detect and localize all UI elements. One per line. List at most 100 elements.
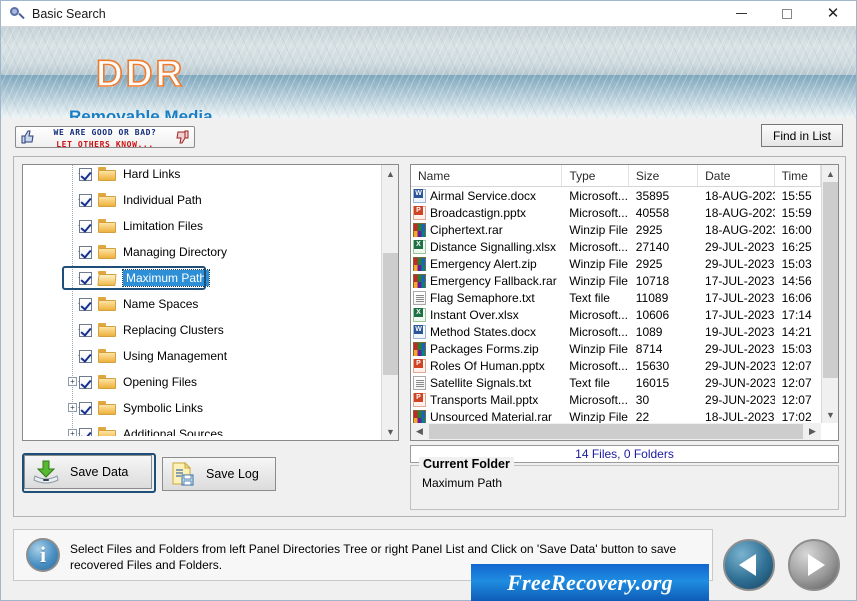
winzip-file-icon [413, 222, 426, 237]
file-name-label: Emergency Fallback.rar [430, 273, 557, 288]
file-type-cell: Winzip File [569, 273, 628, 288]
tree-item-using-management[interactable]: Using Management [23, 343, 383, 369]
text-file-icon [413, 375, 426, 390]
list-scroll-right-icon[interactable]: ▶ [804, 423, 821, 440]
back-button[interactable] [723, 539, 775, 591]
tree-item-checkbox[interactable] [79, 167, 92, 181]
directory-tree-list[interactable]: Hard Links Individual Path Limitation File… [23, 165, 383, 436]
product-subtitle: Removable Media [69, 107, 213, 118]
file-list-row[interactable]: Emergency Fallback.rar Winzip File 10718 17… [411, 272, 821, 289]
feedback-banner[interactable]: WE ARE GOOD OR BAD? LET OTHERS KNOW... [15, 126, 195, 148]
file-list-row[interactable]: Ciphertext.rar Winzip File 2925 18-AUG-2023… [411, 221, 821, 238]
close-button[interactable]: ✕ [810, 1, 856, 27]
tree-item-additional-sources[interactable]: + Additional Sources [23, 421, 383, 436]
file-date-cell: 17-JUL-2023 [705, 273, 775, 288]
file-type-cell: Winzip File [569, 341, 628, 356]
tree-item-checkbox[interactable] [79, 271, 92, 285]
main-panel: Hard Links Individual Path Limitation File… [13, 156, 846, 517]
file-list-row[interactable]: Packages Forms.zip Winzip File 8714 29-JUL-… [411, 340, 821, 357]
tree-item-checkbox[interactable] [79, 349, 92, 363]
tree-item-replacing-clusters[interactable]: Replacing Clusters [23, 317, 383, 343]
list-vertical-scrollbar[interactable]: ▲ ▼ [821, 165, 838, 423]
tree-item-label: Maximum Path [121, 269, 211, 287]
column-header-type[interactable]: Type [562, 165, 629, 186]
list-hscrollbar-thumb[interactable] [429, 424, 803, 439]
file-name-cell: Ciphertext.rar [411, 222, 562, 237]
file-list-row[interactable]: Flag Semaphore.txt Text file 11089 17-JUL-2… [411, 289, 821, 306]
tree-item-maximum-path[interactable]: Maximum Path [23, 265, 383, 291]
tree-expand-icon[interactable]: + [68, 429, 77, 436]
tree-item-checkbox[interactable] [79, 297, 92, 311]
file-list-row[interactable]: Roles Of Human.pptx Microsoft... 15630 29-J… [411, 357, 821, 374]
tree-item-checkbox[interactable] [79, 245, 92, 259]
column-header-name[interactable]: Name [411, 165, 563, 186]
tree-vertical-scrollbar[interactable]: ▲ ▼ [381, 165, 398, 440]
file-name-cell: Emergency Fallback.rar [411, 273, 562, 288]
tree-item-limitation-files[interactable]: Limitation Files [23, 213, 383, 239]
save-log-button[interactable]: Save Log [162, 457, 276, 491]
file-time-cell: 15:03 [781, 341, 812, 356]
file-name-cell: Emergency Alert.zip [411, 256, 562, 271]
feedback-line-1: WE ARE GOOD OR BAD? [53, 128, 157, 137]
file-list-row[interactable]: Method States.docx Microsoft... 1089 19-JUL… [411, 323, 821, 340]
file-list-row[interactable]: Transports Mail.pptx Microsoft... 30 29-JUN… [411, 391, 821, 408]
find-in-list-button[interactable]: Find in List [761, 124, 843, 147]
tree-expand-icon[interactable]: + [68, 403, 77, 412]
tree-item-name-spaces[interactable]: Name Spaces [23, 291, 383, 317]
tree-item-individual-path[interactable]: Individual Path [23, 187, 383, 213]
maximize-button[interactable] [764, 1, 810, 27]
list-scroll-down-icon[interactable]: ▼ [822, 406, 838, 423]
file-list-row[interactable]: Instant Over.xlsx Microsoft... 10606 17-JUL… [411, 306, 821, 323]
list-scroll-up-icon[interactable]: ▲ [822, 165, 838, 182]
save-log-icon [170, 461, 196, 486]
list-scrollbar-thumb[interactable] [823, 182, 838, 378]
folder-icon [98, 375, 116, 389]
file-list-row[interactable]: Distance Signalling.xlsx Microsoft... 2714… [411, 238, 821, 255]
minimize-button[interactable] [718, 1, 764, 27]
file-size-cell: 35895 [635, 188, 670, 203]
file-list-header: Name Type Size Date Time [411, 165, 821, 187]
forward-button[interactable] [788, 539, 840, 591]
file-name-label: Roles Of Human.pptx [430, 358, 545, 373]
tree-item-checkbox[interactable] [79, 375, 92, 389]
file-type-cell: Text file [569, 375, 610, 390]
file-list-row[interactable]: Emergency Alert.zip Winzip File 2925 29-JUL… [411, 255, 821, 272]
tree-expand-icon[interactable]: + [68, 377, 77, 386]
tree-item-checkbox[interactable] [79, 193, 92, 207]
column-header-date[interactable]: Date [698, 165, 775, 186]
tree-scrollbar-thumb[interactable] [383, 253, 398, 375]
file-list-row[interactable]: Satellite Signals.txt Text file 16015 29-JU… [411, 374, 821, 391]
tree-item-checkbox[interactable] [79, 401, 92, 415]
file-date-cell: 18-AUG-2023 [705, 205, 775, 220]
folder-icon [98, 427, 116, 436]
file-name-label: Instant Over.xlsx [430, 307, 519, 322]
file-time-cell: 12:07 [781, 375, 812, 390]
file-list-row[interactable]: Broadcastign.pptx Microsoft... 40558 18-AUG… [411, 204, 821, 221]
tree-item-symbolic-links[interactable]: + Symbolic Links [23, 395, 383, 421]
tree-item-opening-files[interactable]: + Opening Files [23, 369, 383, 395]
tree-item-hard-links[interactable]: Hard Links [23, 165, 383, 187]
tree-item-label: Symbolic Links [123, 401, 204, 415]
tree-item-checkbox[interactable] [79, 323, 92, 337]
list-scroll-left-icon[interactable]: ◀ [411, 423, 428, 440]
directory-tree-panel[interactable]: Hard Links Individual Path Limitation File… [22, 164, 399, 441]
save-data-button[interactable]: Save Data [24, 455, 152, 489]
list-horizontal-scrollbar[interactable]: ◀ ▶ [411, 423, 821, 440]
file-list-body[interactable]: Airmal Service.docx Microsoft... 35895 18-A… [411, 187, 821, 423]
tree-item-checkbox[interactable] [79, 427, 92, 436]
column-header-time[interactable]: Time [775, 165, 821, 186]
file-list-row[interactable]: Airmal Service.docx Microsoft... 35895 18-A… [411, 187, 821, 204]
tree-item-managing-directory[interactable]: Managing Directory [23, 239, 383, 265]
file-list-panel[interactable]: NameTypeSizeDateTime Airmal Service.docx… [410, 164, 839, 441]
file-list-row[interactable]: Unsourced Material.rar Winzip File 22 18-JU… [411, 408, 821, 423]
file-name-label: Flag Semaphore.txt [430, 290, 535, 305]
file-date-cell: 29-JUL-2023 [705, 256, 775, 271]
tree-scroll-up-icon[interactable]: ▲ [382, 165, 398, 182]
winzip-file-icon [413, 273, 426, 288]
column-header-size[interactable]: Size [629, 165, 699, 186]
tree-scroll-down-icon[interactable]: ▼ [382, 423, 398, 440]
tree-item-checkbox[interactable] [79, 219, 92, 233]
current-folder-group: Current Folder Maximum Path [410, 457, 839, 510]
file-time-cell: 16:00 [781, 222, 812, 237]
file-time-cell: 17:02 [781, 409, 812, 424]
